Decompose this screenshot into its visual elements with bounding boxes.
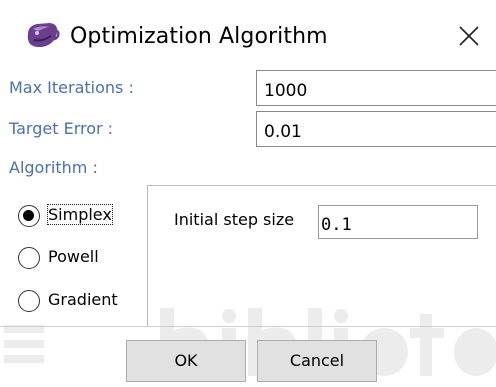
radio-unchecked-icon bbox=[18, 247, 40, 269]
max-iterations-input[interactable] bbox=[256, 70, 496, 106]
radio-gradient-label: Gradient bbox=[48, 290, 118, 309]
ok-button[interactable]: OK bbox=[126, 340, 246, 382]
radio-simplex-label: Simplex bbox=[47, 204, 113, 225]
target-error-input[interactable] bbox=[256, 111, 496, 147]
window-title: Optimization Algorithm bbox=[70, 24, 328, 49]
radio-powell-label: Powell bbox=[48, 247, 99, 266]
java-coffee-cup-icon bbox=[24, 20, 62, 54]
cancel-button-label: Cancel bbox=[289, 351, 345, 370]
algorithm-label: Algorithm : bbox=[9, 158, 98, 177]
cancel-button[interactable]: Cancel bbox=[257, 340, 377, 382]
close-button[interactable] bbox=[448, 16, 492, 56]
radio-powell[interactable]: Powell bbox=[18, 243, 138, 273]
initial-step-size-label: Initial step size bbox=[174, 210, 295, 229]
ok-button-label: OK bbox=[174, 351, 198, 370]
radio-gradient[interactable]: Gradient bbox=[18, 286, 143, 316]
target-error-label: Target Error : bbox=[9, 119, 114, 138]
initial-step-size-input[interactable] bbox=[318, 205, 478, 239]
close-icon bbox=[459, 26, 479, 46]
max-iterations-label: Max Iterations : bbox=[9, 78, 134, 97]
optimization-dialog: Optimization Algorithm Max Iterations : … bbox=[0, 0, 496, 387]
radio-unchecked-icon bbox=[18, 290, 40, 312]
algorithm-options-panel: Initial step size bbox=[147, 185, 496, 327]
radio-simplex[interactable]: Simplex bbox=[18, 201, 138, 231]
button-separator bbox=[0, 326, 496, 327]
radio-checked-icon bbox=[18, 205, 40, 227]
title-bar: Optimization Algorithm bbox=[0, 0, 496, 70]
